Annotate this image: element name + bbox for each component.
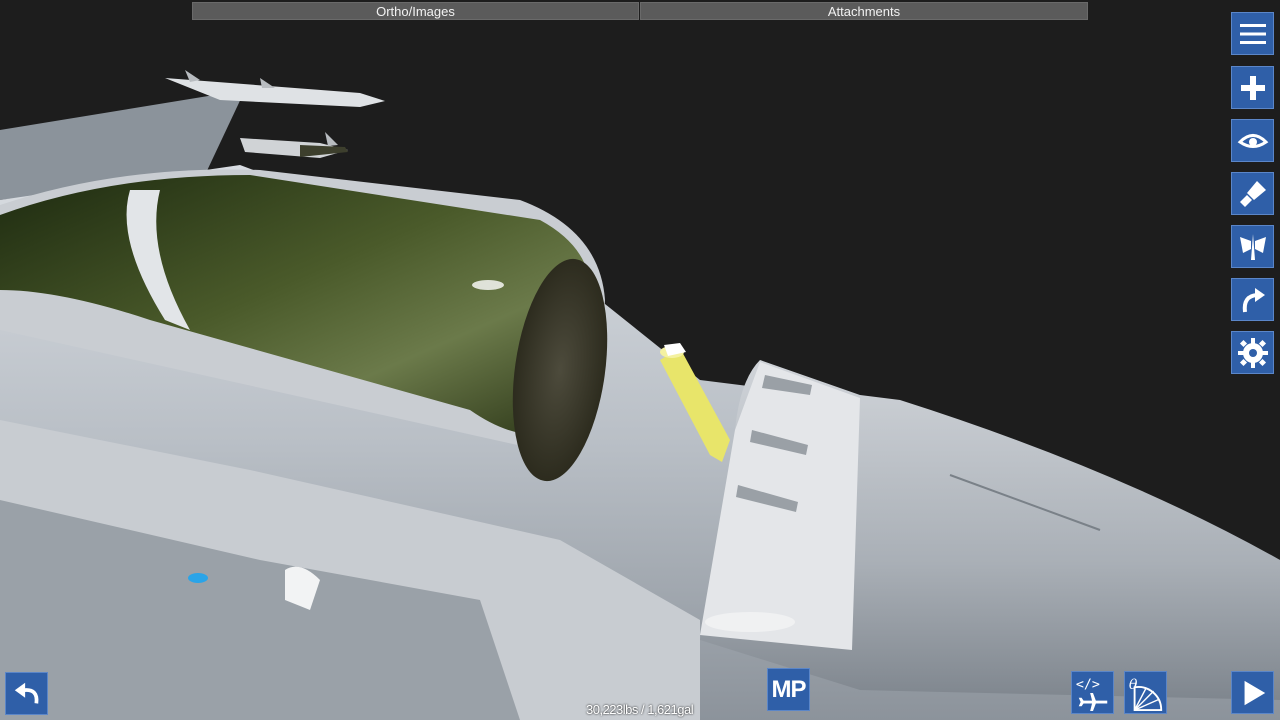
plus-icon bbox=[1240, 75, 1265, 100]
svg-text:θ: θ bbox=[1128, 677, 1137, 693]
tab-attachments[interactable]: Attachments bbox=[640, 2, 1088, 20]
redo-arrow-icon bbox=[1242, 287, 1265, 312]
eye-icon bbox=[1237, 133, 1268, 148]
3d-viewport[interactable] bbox=[0, 0, 1280, 720]
svg-text:</>: </> bbox=[1075, 677, 1099, 692]
tab-ortho-images[interactable]: Ortho/Images bbox=[192, 2, 639, 20]
nav-light bbox=[188, 573, 208, 583]
undo-button[interactable] bbox=[5, 672, 48, 715]
paint-brush-icon bbox=[1239, 180, 1266, 207]
view-button[interactable] bbox=[1231, 119, 1274, 162]
play-icon bbox=[1244, 680, 1265, 705]
developer-tools-button[interactable]: </> bbox=[1071, 671, 1114, 714]
menu-icon bbox=[1239, 23, 1266, 44]
redo-button[interactable] bbox=[1231, 278, 1274, 321]
menu-button[interactable] bbox=[1231, 12, 1274, 55]
settings-button[interactable] bbox=[1231, 331, 1274, 374]
missile-lower bbox=[240, 132, 348, 158]
symmetry-wings-icon bbox=[1239, 233, 1266, 260]
angle-tools-button[interactable]: θ bbox=[1124, 671, 1167, 714]
theta-angle-icon: θ bbox=[1128, 677, 1162, 711]
symmetry-button[interactable] bbox=[1231, 225, 1274, 268]
undo-arrow-icon bbox=[14, 682, 38, 704]
paint-button[interactable] bbox=[1231, 172, 1274, 215]
code-airplane-icon: </> bbox=[1075, 677, 1107, 711]
lower-fairing bbox=[705, 612, 795, 632]
mass-properties-button[interactable]: MP bbox=[767, 668, 810, 711]
weight-fuel-status: 30,223lbs / 1,621gal bbox=[586, 702, 694, 717]
gear-icon bbox=[1237, 337, 1268, 368]
canopy-highlight bbox=[472, 280, 504, 290]
add-part-button[interactable] bbox=[1231, 66, 1274, 109]
play-button[interactable] bbox=[1231, 671, 1274, 714]
